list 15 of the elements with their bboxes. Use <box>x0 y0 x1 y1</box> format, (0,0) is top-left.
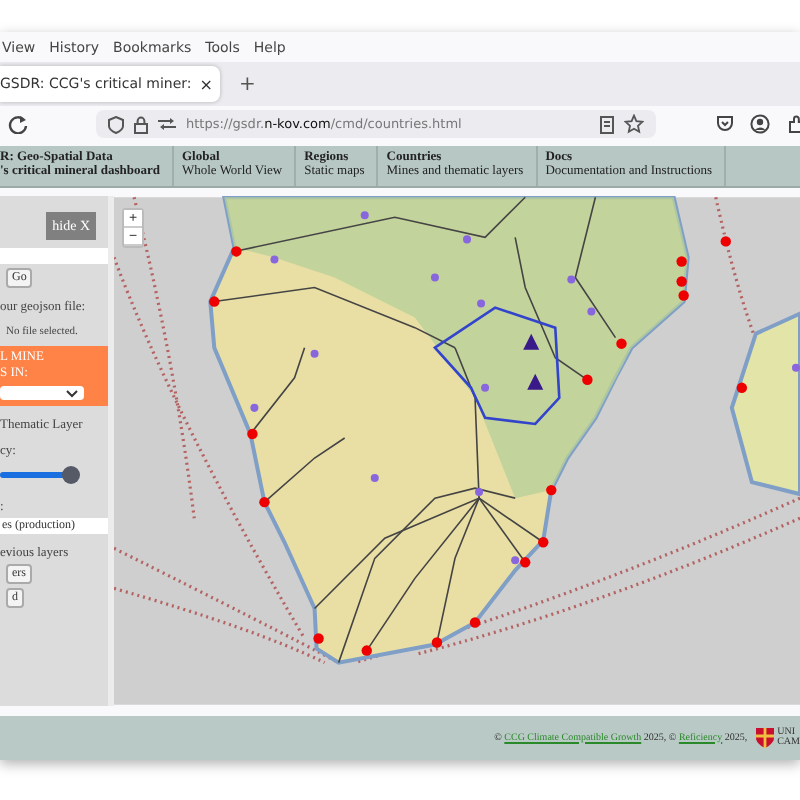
shield-icon[interactable] <box>108 115 124 133</box>
shield-logo-icon <box>755 728 774 748</box>
chevron-icon[interactable] <box>66 389 78 397</box>
text-field[interactable] <box>0 248 108 264</box>
slider-thumb[interactable] <box>62 466 81 484</box>
dropdown[interactable] <box>0 386 84 400</box>
extensions-icon[interactable] <box>786 114 800 134</box>
new-tab-button[interactable]: + <box>232 73 262 95</box>
account-icon[interactable] <box>750 114 770 134</box>
reload-icon[interactable] <box>8 114 28 134</box>
star-icon[interactable] <box>624 114 644 134</box>
map-drawing[interactable] <box>114 196 800 706</box>
reader-icon[interactable] <box>600 115 614 133</box>
lock-icon[interactable] <box>134 115 148 133</box>
close-icon[interactable]: × <box>199 75 213 93</box>
